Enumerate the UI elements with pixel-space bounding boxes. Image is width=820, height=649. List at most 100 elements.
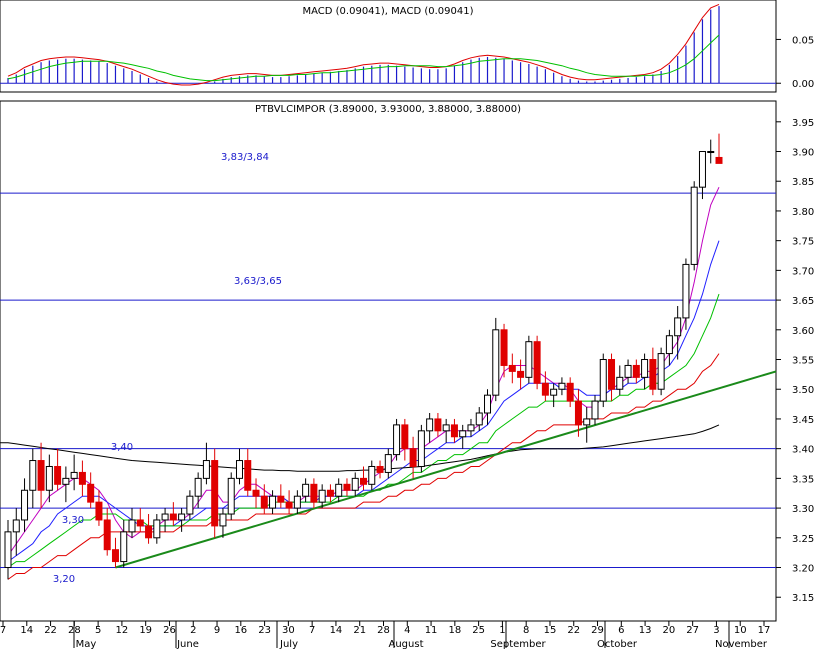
x-tick-label: 2 bbox=[190, 625, 196, 636]
candle-body bbox=[194, 477, 202, 497]
candle-body bbox=[624, 364, 632, 378]
candle-body bbox=[467, 424, 475, 432]
x-axis: 7142228512192629162330714212841118251815… bbox=[0, 620, 776, 649]
price-y-tick-label: 3.15 bbox=[792, 593, 814, 604]
candle-body bbox=[326, 489, 334, 497]
candle-body bbox=[161, 513, 169, 521]
x-tick-label: 3 bbox=[713, 625, 719, 636]
candle-body bbox=[409, 448, 417, 467]
candle-body bbox=[417, 430, 425, 467]
x-tick-label: 21 bbox=[353, 625, 366, 636]
price-y-tick-label: 3.30 bbox=[792, 504, 814, 515]
candle-body bbox=[302, 483, 310, 497]
candle-body bbox=[492, 329, 500, 396]
candle-body bbox=[459, 430, 467, 438]
chart-canvas: MACD (0.09041), MACD (0.09041) 0.050.00 … bbox=[0, 0, 814, 649]
candle-body bbox=[62, 477, 70, 485]
candle-body bbox=[111, 549, 119, 563]
candle-body bbox=[508, 364, 516, 372]
month-label: July bbox=[279, 639, 298, 649]
candle-body bbox=[310, 483, 318, 503]
x-tick-label: 18 bbox=[448, 625, 461, 636]
candle-body bbox=[442, 424, 450, 432]
price-y-tick-label: 3.50 bbox=[792, 385, 814, 396]
candle-body bbox=[384, 454, 392, 473]
candle-body bbox=[616, 376, 624, 390]
x-tick-label: 13 bbox=[639, 625, 652, 636]
candle-body bbox=[277, 495, 285, 503]
candle-body bbox=[533, 341, 541, 384]
candle-body bbox=[566, 382, 574, 402]
candle-body bbox=[293, 495, 301, 509]
x-tick-label: 8 bbox=[523, 625, 529, 636]
x-tick-label: 12 bbox=[116, 625, 129, 636]
candle-body bbox=[178, 513, 186, 521]
price-title: PTBVLCIMPOR (3.89000, 3.93000, 3.88000, … bbox=[255, 104, 521, 115]
candle-body bbox=[103, 519, 111, 551]
candle-body bbox=[517, 370, 525, 378]
x-tick-label: 25 bbox=[472, 625, 485, 636]
candle-body bbox=[285, 501, 293, 509]
x-tick-label: 17 bbox=[758, 625, 771, 636]
candle-body bbox=[434, 418, 442, 432]
candle-body bbox=[368, 465, 376, 485]
candle-body bbox=[401, 424, 409, 450]
candle-body bbox=[54, 465, 62, 485]
candle-body bbox=[335, 483, 343, 497]
candle-body bbox=[484, 394, 492, 414]
x-tick-label: 7 bbox=[309, 625, 315, 636]
candle-body bbox=[707, 151, 715, 154]
month-label: September bbox=[490, 639, 546, 649]
candle-body bbox=[37, 460, 45, 491]
candle-body bbox=[608, 359, 616, 390]
x-tick-label: 6 bbox=[618, 625, 624, 636]
candle-body bbox=[715, 156, 723, 164]
x-tick-label: 11 bbox=[425, 625, 438, 636]
candle-body bbox=[202, 460, 210, 479]
candle-body bbox=[45, 465, 53, 491]
candle-body bbox=[269, 495, 277, 509]
candle-body bbox=[682, 263, 690, 319]
x-tick-label: 22 bbox=[44, 625, 57, 636]
candle-body bbox=[632, 364, 640, 378]
candle-body bbox=[145, 525, 153, 539]
price-y-tick-label: 3.95 bbox=[792, 118, 814, 129]
candle-body bbox=[87, 483, 95, 503]
month-label: June bbox=[176, 639, 199, 649]
x-tick-label: 10 bbox=[734, 625, 747, 636]
candle-body bbox=[393, 424, 401, 456]
annotation-s1: 3,40 bbox=[111, 442, 133, 453]
annotation-r2: 3,63/3,65 bbox=[234, 276, 282, 287]
macd-panel: MACD (0.09041), MACD (0.09041) 0.05 0.00 bbox=[0, 0, 814, 93]
price-y-tick-label: 3.35 bbox=[792, 474, 814, 485]
candle-body bbox=[657, 353, 665, 390]
candle-body bbox=[95, 501, 103, 521]
price-y-tick-label: 3.55 bbox=[792, 356, 814, 367]
candle-body bbox=[235, 460, 243, 479]
x-tick-label: 7 bbox=[0, 625, 6, 636]
x-tick-label: 19 bbox=[139, 625, 152, 636]
x-tick-label: 5 bbox=[95, 625, 101, 636]
candle-body bbox=[343, 483, 351, 491]
month-label: November bbox=[715, 639, 768, 649]
candle-body bbox=[128, 519, 136, 533]
macd-y-axis: 0.05 0.00 bbox=[776, 35, 814, 90]
candle-body bbox=[186, 495, 194, 515]
macd-y-tick-label: 0.00 bbox=[792, 79, 814, 90]
x-tick-label: 14 bbox=[20, 625, 33, 636]
candle-body bbox=[649, 359, 657, 390]
candle-body bbox=[211, 460, 219, 527]
candle-body bbox=[690, 186, 698, 265]
price-y-tick-label: 3.65 bbox=[792, 296, 814, 307]
candle-body bbox=[450, 424, 458, 438]
candle-body bbox=[12, 519, 20, 533]
candle-body bbox=[244, 460, 252, 491]
candle-body bbox=[574, 400, 582, 426]
price-y-tick-label: 3.45 bbox=[792, 415, 814, 426]
annotation-s2: 3,30 bbox=[62, 515, 84, 526]
candle-body bbox=[360, 477, 367, 485]
candle-body bbox=[583, 418, 591, 426]
candle-body bbox=[227, 477, 235, 515]
price-y-axis: 3.95 3.90 3.85 3.80 3.75 3.70 3.65 3.60 3.55 3.50… bbox=[776, 118, 814, 604]
x-tick-label: 16 bbox=[234, 625, 247, 636]
